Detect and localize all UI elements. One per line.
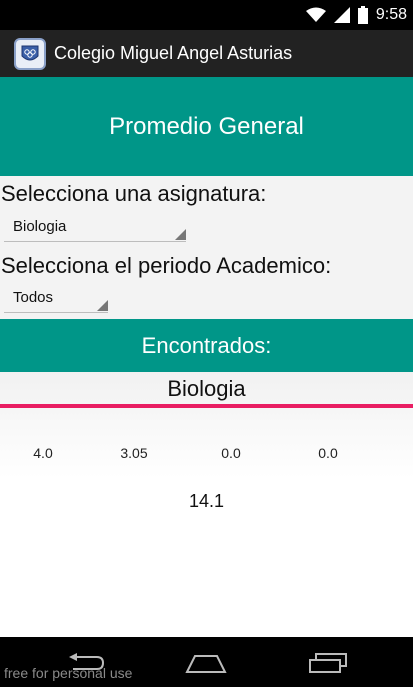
subject-label: Selecciona una asignatura: xyxy=(1,181,267,206)
results-header: Encontrados: xyxy=(0,319,413,372)
battery-icon xyxy=(357,6,368,24)
action-bar: Colegio Miguel Angel Asturias xyxy=(0,30,413,77)
status-time: 9:58 xyxy=(375,6,407,23)
period-spinner-value: Todos xyxy=(13,289,54,306)
results-panel: Biologia 4.0 3.05 0.0 0.0 14.1 xyxy=(0,372,413,637)
dropdown-arrow-icon xyxy=(97,300,108,311)
status-bar: 9:58 xyxy=(0,0,413,30)
wifi-icon xyxy=(305,7,326,23)
signal-icon xyxy=(333,7,350,23)
grade-value: 0.0 xyxy=(318,445,338,461)
page-title: Promedio General xyxy=(109,112,304,140)
results-heading: Encontrados: xyxy=(141,332,272,358)
period-label: Selecciona el periodo Academico: xyxy=(1,253,332,278)
grade-value: 3.05 xyxy=(120,445,148,461)
subject-spinner[interactable]: Biologia xyxy=(4,214,186,242)
school-logo-icon[interactable] xyxy=(14,37,46,70)
grade-value: 0.0 xyxy=(221,445,241,461)
home-icon[interactable] xyxy=(184,649,228,677)
app-title: Colegio Miguel Angel Asturias xyxy=(54,43,293,63)
recents-icon[interactable] xyxy=(306,649,350,677)
total-value: 14.1 xyxy=(188,491,225,511)
watermark-text: free for personal use xyxy=(4,665,133,681)
page-header: Promedio General xyxy=(0,77,413,176)
accent-divider xyxy=(0,404,413,408)
subject-spinner-value: Biologia xyxy=(13,218,67,235)
dropdown-arrow-icon xyxy=(175,229,186,240)
grade-value: 4.0 xyxy=(33,445,53,461)
result-subject: Biologia xyxy=(167,376,246,401)
period-spinner[interactable]: Todos xyxy=(4,285,108,313)
